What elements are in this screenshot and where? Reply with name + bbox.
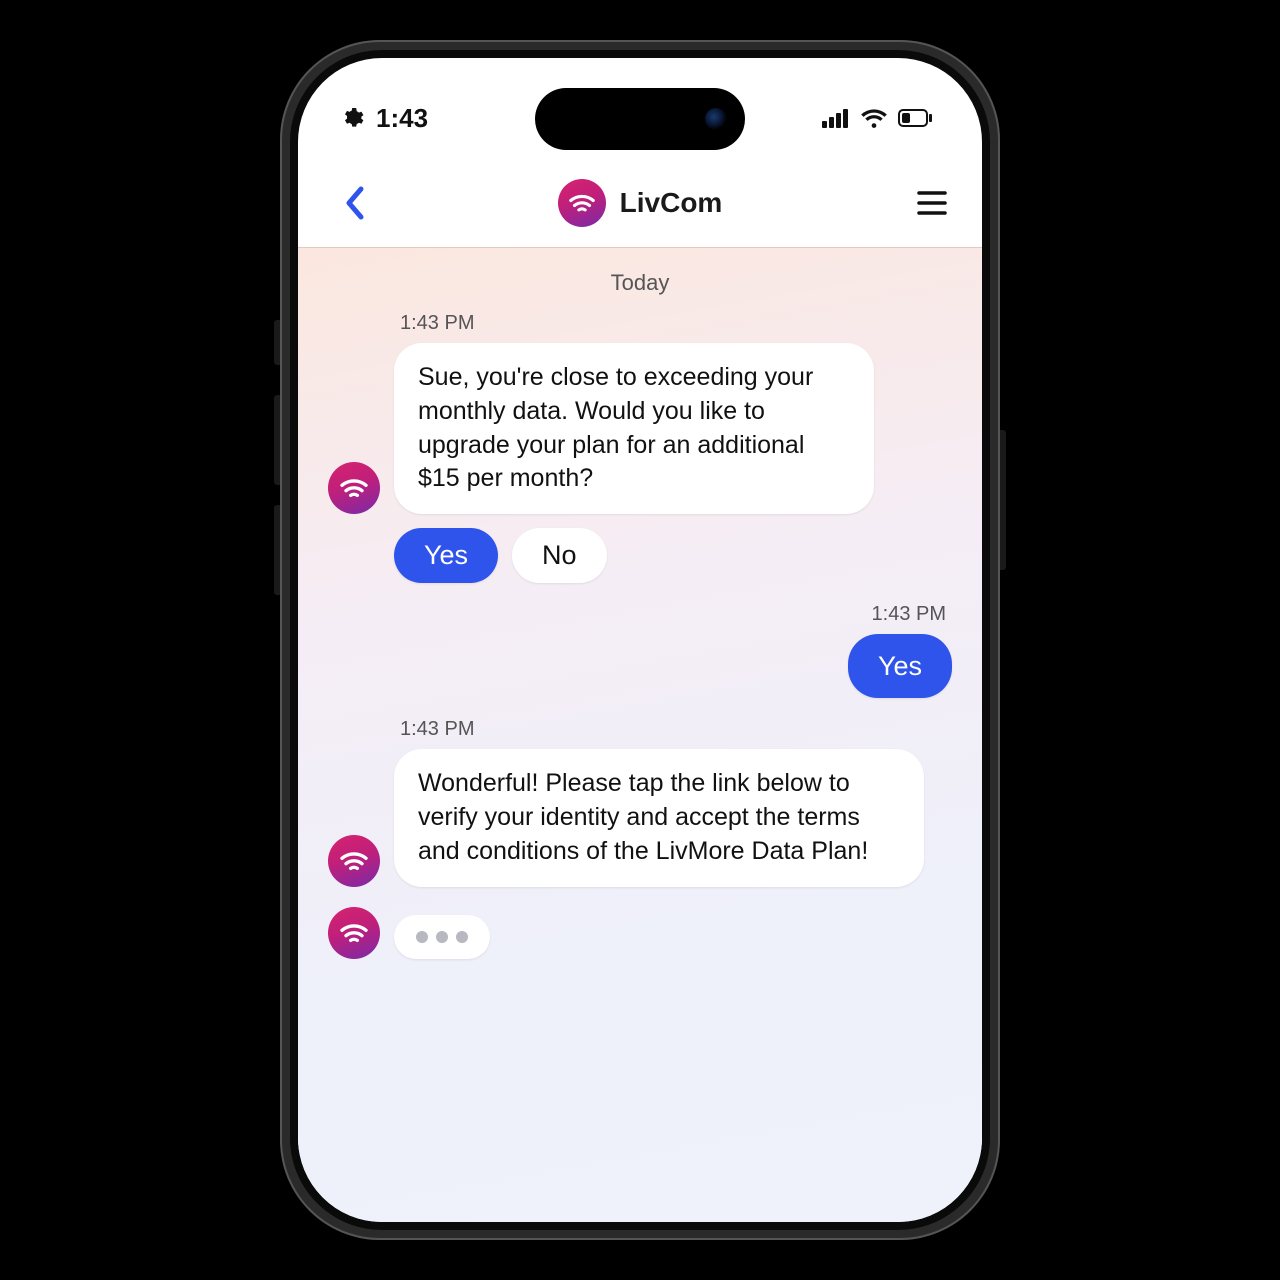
message-block: 1:43 PM Sue, you're close to exceeding y… bbox=[328, 312, 952, 583]
message-block bbox=[328, 907, 952, 959]
menu-button[interactable] bbox=[904, 190, 948, 216]
typing-dot bbox=[436, 931, 448, 943]
user-message-bubble: Yes bbox=[848, 634, 952, 698]
phone-side-button bbox=[274, 395, 280, 485]
quick-reply-no[interactable]: No bbox=[512, 528, 607, 583]
chat-body[interactable]: Today 1:43 PM Sue, you're close to exce bbox=[298, 248, 982, 1222]
quick-replies: Yes No bbox=[328, 528, 952, 583]
chat-title: LivCom bbox=[558, 179, 723, 227]
bot-message-bubble: Wonderful! Please tap the link below to … bbox=[394, 749, 924, 886]
message-timestamp: 1:43 PM bbox=[328, 603, 952, 626]
menu-icon bbox=[916, 190, 948, 216]
phone-side-button bbox=[274, 320, 280, 365]
typing-indicator bbox=[394, 915, 490, 959]
phone-screen: 1:43 bbox=[298, 58, 982, 1222]
chevron-left-icon bbox=[343, 185, 365, 221]
brand-avatar bbox=[328, 835, 380, 887]
status-time: 1:43 bbox=[376, 103, 428, 134]
brand-avatar bbox=[328, 462, 380, 514]
message-block: 1:43 PM Yes bbox=[328, 603, 952, 698]
typing-dot bbox=[416, 931, 428, 943]
message-block: 1:43 PM Wonderful! Please tap the link b… bbox=[328, 718, 952, 886]
bot-message-bubble: Sue, you're close to exceeding your mont… bbox=[394, 343, 874, 514]
brand-avatar bbox=[558, 179, 606, 227]
dynamic-island bbox=[535, 88, 745, 150]
battery-icon bbox=[898, 109, 932, 127]
camera-icon bbox=[705, 108, 727, 130]
phone-frame: 1:43 bbox=[280, 40, 1000, 1240]
chat-header: LivCom bbox=[298, 158, 982, 248]
phone-side-button bbox=[1000, 430, 1006, 570]
phone-side-button bbox=[274, 505, 280, 595]
cellular-icon bbox=[822, 108, 850, 128]
typing-dot bbox=[456, 931, 468, 943]
chat-title-text: LivCom bbox=[620, 187, 723, 219]
day-divider: Today bbox=[328, 270, 952, 296]
message-timestamp: 1:43 PM bbox=[328, 718, 952, 741]
wifi-icon bbox=[860, 107, 888, 129]
message-timestamp: 1:43 PM bbox=[328, 312, 952, 335]
brand-avatar bbox=[328, 907, 380, 959]
quick-reply-yes[interactable]: Yes bbox=[394, 528, 498, 583]
gear-icon bbox=[340, 106, 364, 130]
back-button[interactable] bbox=[332, 185, 376, 221]
